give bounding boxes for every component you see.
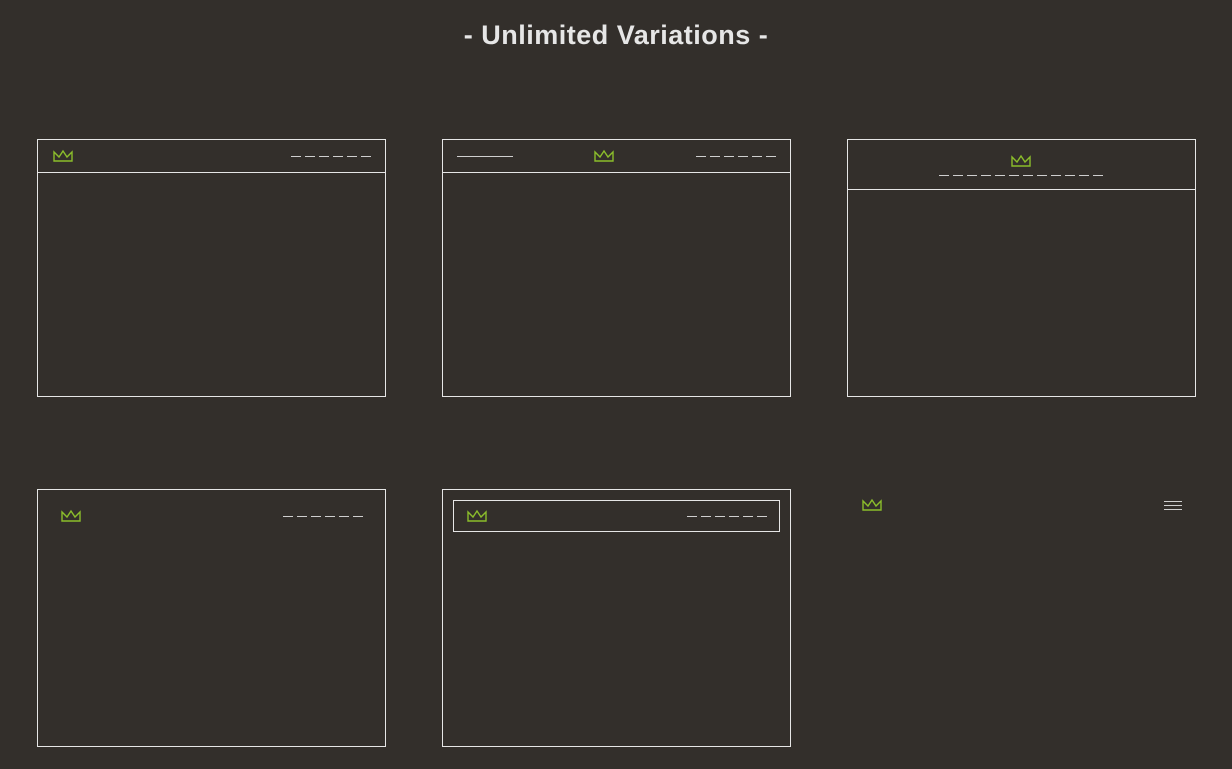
variation-card-5[interactable] [442,489,791,747]
crown-icon [60,508,82,524]
hamburger-icon[interactable] [1164,501,1182,510]
card-header [848,140,1195,190]
menu-placeholder [687,516,767,517]
search-placeholder-line [457,156,513,157]
card-header [38,490,385,524]
card-header [847,489,1196,513]
crown-icon [861,497,883,513]
card-header-wrap [443,490,790,542]
card-header-inset [453,500,780,532]
card-header [443,140,790,173]
menu-placeholder [939,175,1103,176]
variation-card-4[interactable] [37,489,386,747]
variations-grid [0,51,1232,747]
variation-card-1[interactable] [37,139,386,397]
menu-placeholder [291,156,371,157]
crown-icon [593,148,615,164]
card-header [38,140,385,173]
crown-icon [466,508,488,524]
page-title: - Unlimited Variations - [0,0,1232,51]
crown-icon [1010,153,1032,169]
menu-placeholder [696,156,776,157]
crown-icon [52,148,74,164]
variation-card-6[interactable] [847,489,1196,747]
variation-card-3[interactable] [847,139,1196,397]
menu-placeholder [283,516,363,517]
variation-card-2[interactable] [442,139,791,397]
